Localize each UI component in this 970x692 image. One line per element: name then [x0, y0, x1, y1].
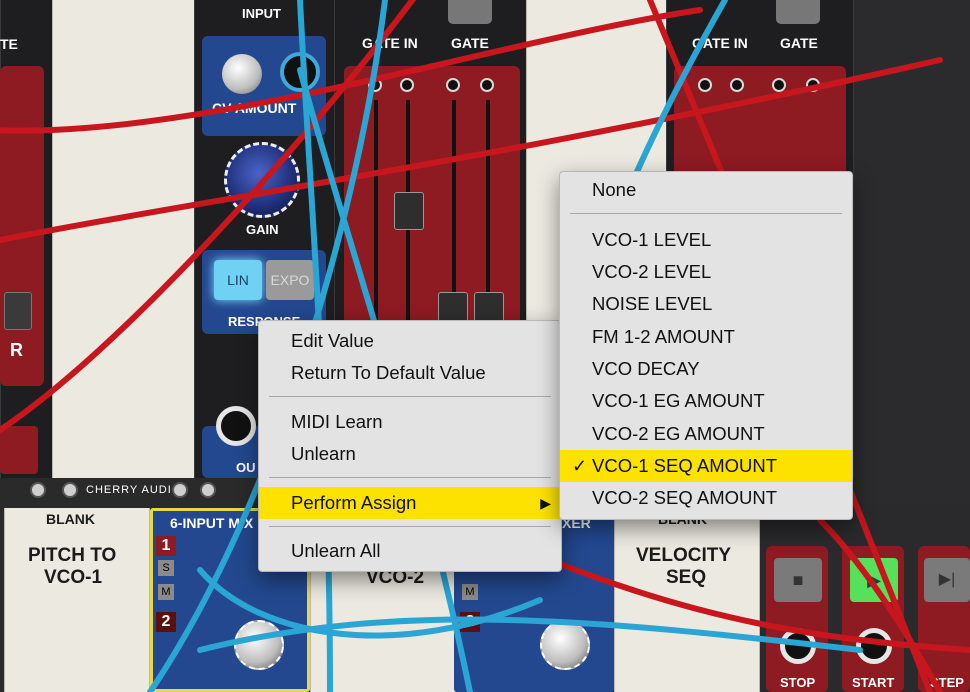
- menu-item-return-default[interactable]: Return To Default Value: [259, 357, 561, 389]
- menu-item-unlearn-all[interactable]: Unlearn All: [259, 535, 561, 567]
- menu-item-perform-assign[interactable]: Perform Assign ▶: [259, 487, 561, 519]
- menu-item-edit-value[interactable]: Edit Value: [259, 325, 561, 357]
- perform-assign-label: Perform Assign: [291, 492, 417, 513]
- red-cable: [817, 517, 943, 692]
- red-cable: [0, 7, 703, 134]
- vco1-seq-amount-label: VCO-1 SEQ AMOUNT: [592, 455, 778, 476]
- submenu-item-vco2-eg-amount[interactable]: VCO-2 EG AMOUNT: [560, 418, 852, 450]
- submenu-item-vco2-level[interactable]: VCO-2 LEVEL: [560, 256, 852, 288]
- context-menu: Edit Value Return To Default Value MIDI …: [258, 320, 562, 572]
- submenu-item-noise-level[interactable]: NOISE LEVEL: [560, 288, 852, 320]
- perform-assign-submenu: None VCO-1 LEVEL VCO-2 LEVEL NOISE LEVEL…: [559, 171, 853, 520]
- menu-separator: [570, 213, 842, 214]
- menu-separator: [269, 477, 551, 478]
- submenu-item-vco1-seq-amount[interactable]: ✓ VCO-1 SEQ AMOUNT: [560, 450, 852, 482]
- submenu-item-fm-amount[interactable]: FM 1-2 AMOUNT: [560, 321, 852, 353]
- submenu-item-vco2-seq-amount[interactable]: VCO-2 SEQ AMOUNT: [560, 482, 852, 514]
- submenu-item-vco1-level[interactable]: VCO-1 LEVEL: [560, 224, 852, 256]
- submenu-arrow-icon: ▶: [540, 495, 551, 511]
- submenu-item-vco-decay[interactable]: VCO DECAY: [560, 353, 852, 385]
- submenu-item-none[interactable]: None: [560, 174, 852, 206]
- menu-separator: [269, 396, 551, 397]
- checkmark-icon: ✓: [572, 456, 588, 476]
- menu-item-midi-learn[interactable]: MIDI Learn: [259, 406, 561, 438]
- submenu-item-vco1-eg-amount[interactable]: VCO-1 EG AMOUNT: [560, 385, 852, 417]
- menu-separator: [269, 526, 551, 527]
- menu-item-unlearn[interactable]: Unlearn: [259, 438, 561, 470]
